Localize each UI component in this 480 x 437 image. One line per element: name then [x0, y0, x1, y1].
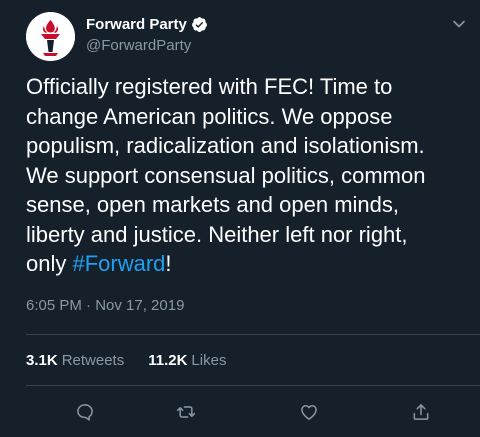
- retweets-count: 3.1K: [26, 352, 58, 369]
- divider: [26, 385, 480, 386]
- tweet-text-line: liberty and justice. Neither left nor ri…: [26, 221, 408, 247]
- like-icon[interactable]: [297, 400, 321, 424]
- tweet-text-prefix: only: [26, 251, 73, 276]
- reply-icon[interactable]: [73, 400, 97, 424]
- torch-logo-icon: [26, 12, 75, 61]
- retweets-label: Retweets: [61, 352, 125, 369]
- tweet-text: Officially registered with FEC! Time to …: [26, 72, 476, 279]
- tweet-text-line: Officially registered with FEC! Time to: [26, 74, 393, 99]
- verified-badge-icon: [191, 16, 208, 33]
- tweet-text-line: sense, open markets and open minds,: [26, 192, 400, 217]
- tweet-text-suffix: !: [165, 251, 172, 276]
- tweet-text-line: populism, radicalization and isolationis…: [26, 133, 425, 158]
- likes-label: Likes: [191, 352, 227, 369]
- author-name-row[interactable]: Forward Party: [86, 14, 208, 34]
- hashtag-link[interactable]: #Forward: [72, 251, 165, 276]
- tweet-timestamp[interactable]: 6:05 PM · Nov 17, 2019: [26, 297, 184, 314]
- tweet-text-last-line: only #Forward!: [26, 249, 476, 279]
- share-icon[interactable]: [409, 400, 433, 424]
- tweet-card: Forward Party @ForwardParty Officially r…: [0, 0, 480, 437]
- likes-stat[interactable]: 11.2K Likes: [148, 352, 226, 369]
- retweet-icon[interactable]: [174, 400, 198, 424]
- engagement-stats: 3.1K Retweets 11.2K Likes: [26, 352, 226, 369]
- tweet-text-line: We support consensual politics, common: [26, 162, 426, 188]
- chevron-down-icon[interactable]: [452, 17, 466, 31]
- author-display-name[interactable]: Forward Party: [86, 16, 187, 33]
- retweets-stat[interactable]: 3.1K Retweets: [26, 352, 124, 369]
- tweet-text-line: change American politics. We oppose: [26, 103, 393, 129]
- likes-count: 11.2K: [148, 352, 188, 369]
- divider: [26, 334, 480, 335]
- author-handle[interactable]: @ForwardParty: [86, 37, 191, 54]
- avatar[interactable]: [26, 12, 75, 61]
